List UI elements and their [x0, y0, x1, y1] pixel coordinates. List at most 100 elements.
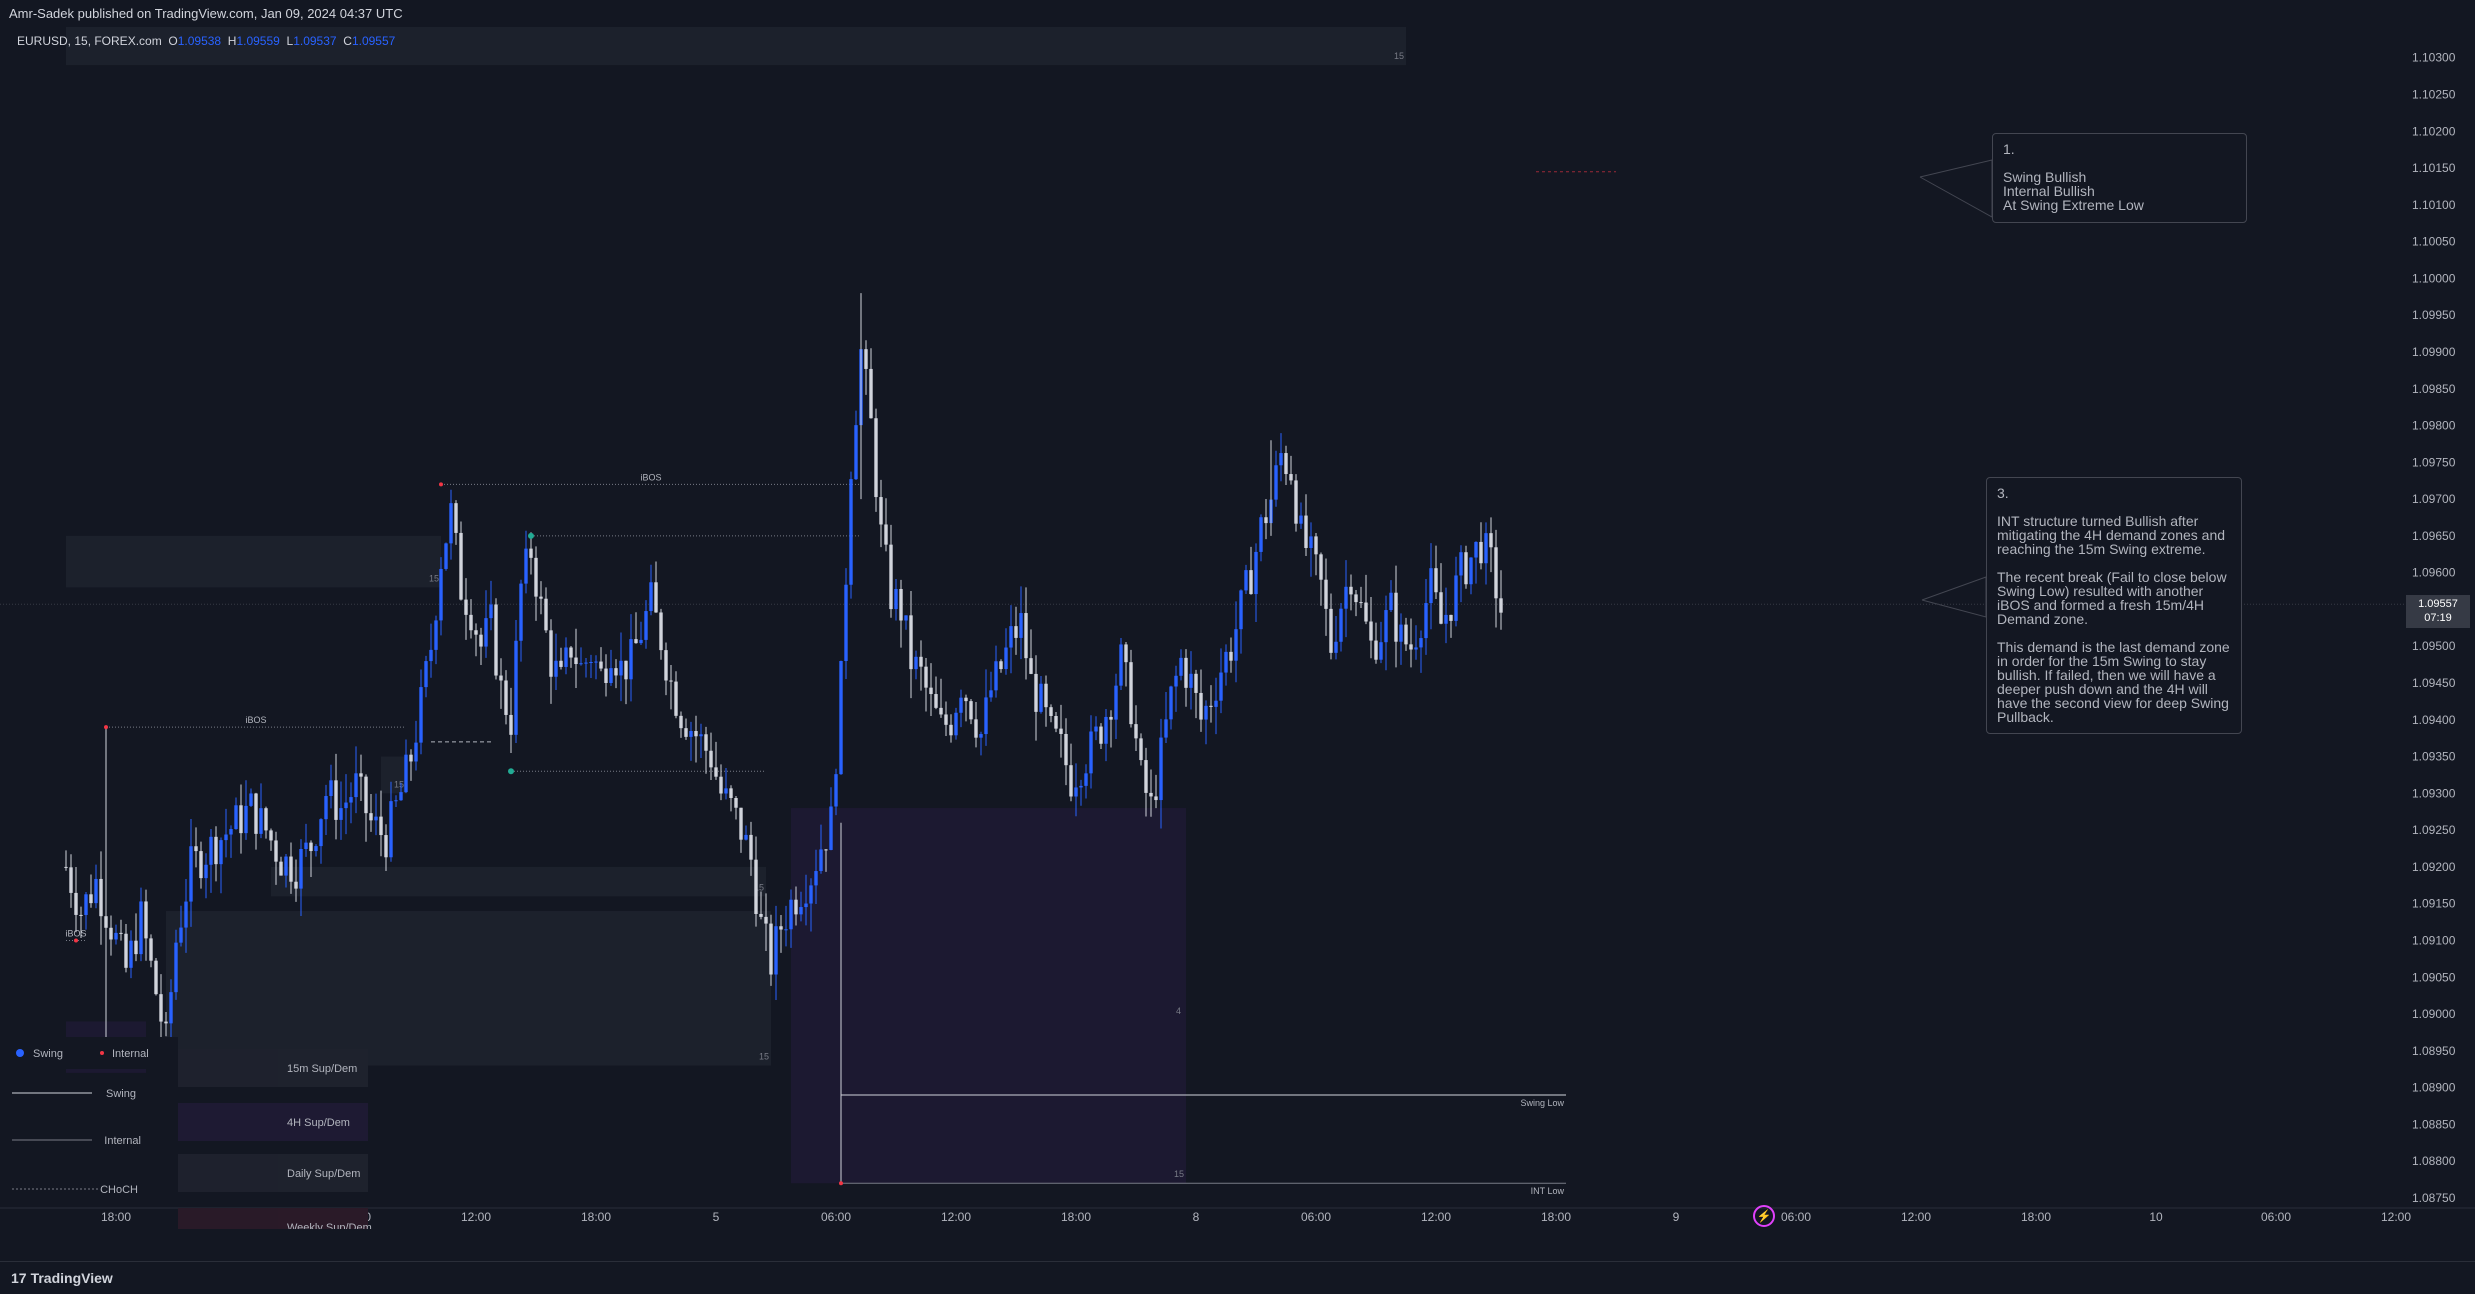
candle-body: [924, 666, 928, 688]
candle-body: [1124, 644, 1128, 663]
sup-dem-zone: [66, 535, 441, 588]
candle-body: [529, 548, 533, 558]
tradingview-logo[interactable]: 17 TradingView: [11, 1270, 113, 1286]
candle-body: [129, 940, 133, 968]
candle-body: [559, 660, 563, 667]
candle-body: [339, 808, 343, 820]
y-tick-label: 1.09600: [2412, 566, 2456, 580]
candle-body: [119, 932, 123, 934]
candle-body: [554, 660, 558, 677]
candle-body: [1214, 700, 1218, 707]
candle-body: [849, 479, 853, 585]
candle-body: [1139, 738, 1143, 761]
candle-body: [1059, 728, 1063, 734]
bar-countdown: 07:19: [2424, 612, 2452, 624]
close-label: C: [343, 34, 352, 48]
note-1[interactable]: 1. Swing Bullish Internal Bullish At Swi…: [1992, 133, 2247, 223]
x-tick-label: 9: [1673, 1210, 1680, 1224]
candle-body: [1474, 541, 1478, 558]
candle-body: [394, 800, 398, 802]
structure-level-label: INT Low: [1531, 1186, 1565, 1196]
close-value: 1.09557: [351, 34, 396, 48]
candle-body: [449, 503, 453, 544]
x-tick-label: 12:00: [941, 1210, 971, 1224]
legend-zone-label: 4H Sup/Dem: [287, 1117, 350, 1129]
candle-body: [589, 662, 593, 664]
candle-body: [819, 849, 823, 872]
candle-body: [799, 907, 803, 915]
candle-body: [634, 639, 638, 644]
x-tick-label: 18:00: [581, 1210, 611, 1224]
candle-body: [534, 557, 538, 597]
candle-body: [539, 596, 543, 599]
y-tick-label: 1.09750: [2412, 455, 2456, 469]
y-tick-label: 1.09400: [2412, 713, 2456, 727]
last-price-tag: 1.09557 07:19: [2406, 595, 2470, 628]
candle-body: [439, 568, 443, 621]
candle-body: [879, 497, 883, 525]
candle-body: [1279, 453, 1283, 466]
candle-body: [714, 767, 718, 777]
candle-body: [469, 614, 473, 631]
candle-body: [804, 903, 808, 908]
candle-body: [1169, 686, 1173, 720]
sup-dem-zone: [791, 808, 1186, 1184]
x-tick-label: 12:00: [1901, 1210, 1931, 1224]
candle-body: [684, 728, 688, 737]
swing-marker: [528, 532, 534, 539]
candle-body: [1404, 624, 1408, 645]
y-tick-label: 1.09800: [2412, 419, 2456, 433]
candle-body: [1454, 575, 1458, 621]
candle-body: [1189, 673, 1193, 688]
candle-body: [1034, 673, 1038, 712]
candle-body: [309, 842, 313, 852]
candle-body: [869, 368, 873, 419]
candle-body: [919, 656, 923, 667]
candle-body: [1179, 657, 1183, 676]
candle-body: [84, 894, 88, 915]
candle-body: [189, 846, 193, 902]
candle-body: [974, 719, 978, 738]
candle-body: [1069, 765, 1073, 797]
zone-tf-label: 15: [429, 573, 439, 583]
legend-internal-line-label: Internal: [104, 1135, 141, 1147]
publisher-text: Amr-Sadek published on TradingView.com, …: [9, 6, 403, 21]
candle-body: [144, 901, 148, 939]
y-tick-label: 1.10250: [2412, 88, 2456, 102]
y-tick-label: 1.08800: [2412, 1154, 2456, 1168]
candle-body: [294, 881, 298, 889]
candle-body: [269, 830, 273, 841]
y-tick-label: 1.09050: [2412, 970, 2456, 984]
candle-body: [954, 712, 958, 736]
candle-body: [914, 656, 918, 670]
candle-body: [829, 806, 833, 850]
x-tick-label: 06:00: [2261, 1210, 2291, 1224]
candle-body: [989, 690, 993, 698]
legend-panel: SwingInternalSwingInternalCHoCHX (Liquid…: [10, 1037, 372, 1229]
candle-body: [69, 867, 73, 893]
candle-body: [1494, 547, 1498, 599]
last-price: 1.09557: [2418, 598, 2458, 610]
candle-body: [174, 942, 178, 993]
x-tick-label: 12:00: [1421, 1210, 1451, 1224]
alert-lightning-icon[interactable]: ⚡: [1753, 1205, 1775, 1227]
candle-body: [864, 349, 868, 369]
candle-body: [694, 731, 698, 737]
candle-body: [1429, 568, 1433, 604]
candle-body: [224, 834, 228, 841]
candle-body: [289, 856, 293, 882]
candle-body: [479, 634, 483, 647]
candle-body: [179, 927, 183, 943]
top-bar: Amr-Sadek published on TradingView.com, …: [0, 0, 2475, 28]
candle-body: [389, 801, 393, 858]
swing-marker: [74, 938, 78, 943]
candle-body: [134, 940, 138, 955]
candle-body: [1444, 614, 1448, 624]
candle-body: [1464, 552, 1468, 585]
note-3[interactable]: 3. INT structure turned Bullish after mi…: [1986, 477, 2242, 734]
candle-body: [724, 788, 728, 794]
candle-body: [1209, 705, 1213, 707]
candle-body: [1499, 598, 1503, 613]
candle-body: [584, 662, 588, 664]
candle-body: [934, 694, 938, 708]
